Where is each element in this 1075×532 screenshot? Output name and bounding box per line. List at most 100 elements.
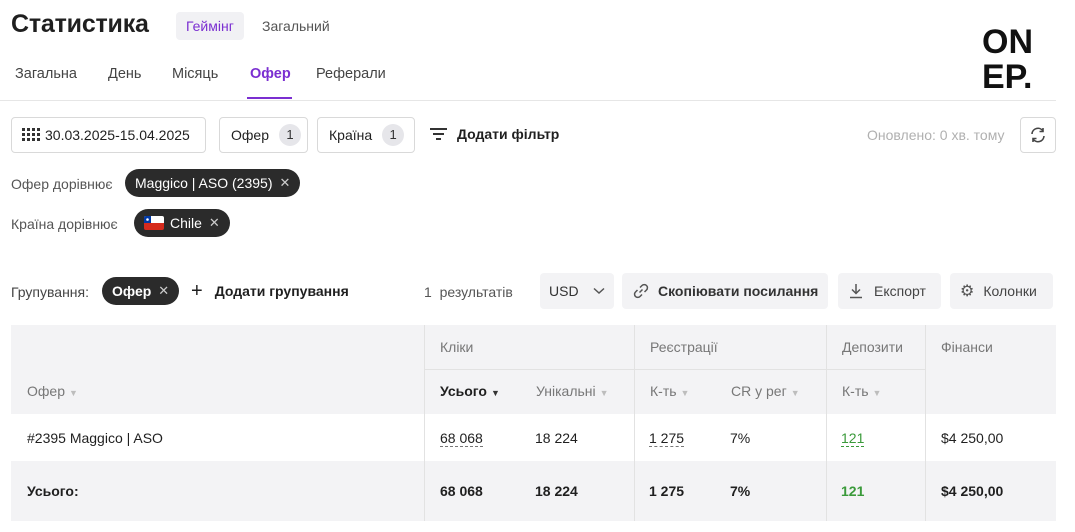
grouping-chip-label: Офер bbox=[112, 283, 152, 299]
chevron-down-icon bbox=[593, 287, 605, 295]
offer-condition-value: Maggico | ASO (2395) bbox=[135, 175, 273, 191]
export-label: Експорт bbox=[874, 283, 926, 299]
currency-select[interactable]: USD bbox=[540, 273, 614, 309]
columns-label: Колонки bbox=[983, 283, 1037, 299]
copy-link-button[interactable]: Скопіювати посилання bbox=[622, 273, 828, 309]
copy-link-label: Скопіювати посилання bbox=[658, 283, 819, 299]
column-header-cr-reg-label: CR у рег bbox=[731, 383, 787, 399]
group-header-clicks: Кліки bbox=[440, 339, 474, 355]
cell-dep-count-value: 121 bbox=[841, 430, 865, 447]
sort-icon: ▼ bbox=[68, 388, 78, 398]
segment-gaming[interactable]: Геймінг bbox=[176, 12, 244, 40]
updated-status: Оновлено: 0 хв. тому bbox=[867, 127, 1005, 143]
grouping-label: Групування: bbox=[11, 284, 90, 300]
chile-flag-icon bbox=[144, 216, 164, 230]
cell-dep-count[interactable]: 121 bbox=[841, 430, 865, 447]
header-group-divider bbox=[424, 369, 925, 370]
cell-reg-count-value: 1 275 bbox=[649, 430, 685, 447]
export-button[interactable]: Експорт bbox=[838, 273, 941, 309]
offer-filter-label: Офер bbox=[231, 127, 269, 143]
column-header-cr-reg[interactable]: CR у рег ▼ bbox=[731, 383, 800, 399]
column-header-clicks-total[interactable]: Усього ▼ bbox=[440, 383, 500, 399]
column-divider bbox=[424, 325, 425, 521]
sort-icon: ▼ bbox=[872, 388, 882, 398]
country-filter-button[interactable]: Країна 1 bbox=[317, 117, 415, 153]
segment-general[interactable]: Загальний bbox=[252, 12, 340, 40]
column-header-reg-count-label: К-ть bbox=[650, 383, 677, 399]
country-condition-chip[interactable]: Chile ✕ bbox=[134, 209, 230, 237]
group-header-finance: Фінанси bbox=[941, 339, 993, 355]
close-icon[interactable]: ✕ bbox=[209, 215, 220, 231]
tab-day[interactable]: День bbox=[108, 64, 141, 102]
calendar-grid-icon bbox=[22, 128, 40, 141]
grouping-chip-offer[interactable]: Офер ✕ bbox=[102, 277, 180, 305]
offer-filter-count: 1 bbox=[278, 124, 301, 146]
tab-overall[interactable]: Загальна bbox=[15, 64, 77, 102]
sort-icon: ▼ bbox=[490, 388, 500, 398]
stats-table: Кліки Реєстрації Депозити Фінанси Офер ▼ … bbox=[11, 325, 1056, 521]
add-filter-label: Додати фільтр bbox=[457, 126, 560, 142]
total-reg: 1 275 bbox=[649, 483, 685, 499]
close-icon[interactable]: ✕ bbox=[158, 283, 169, 299]
tab-referrals[interactable]: Реферали bbox=[316, 64, 386, 102]
columns-button[interactable]: ⚙ Колонки bbox=[950, 273, 1053, 309]
column-divider bbox=[634, 325, 635, 521]
add-grouping-button[interactable]: + Додати групування bbox=[191, 280, 349, 302]
total-cr: 7% bbox=[730, 483, 751, 499]
table-total-row-background bbox=[11, 461, 1056, 521]
cell-clicks-unique: 18 224 bbox=[535, 430, 578, 446]
offer-condition-chip[interactable]: Maggico | ASO (2395) ✕ bbox=[125, 169, 301, 197]
column-header-offer-label: Офер bbox=[27, 383, 65, 399]
total-finance: $4 250,00 bbox=[941, 483, 1004, 499]
page-title: Статистика bbox=[11, 10, 149, 38]
column-header-reg-count[interactable]: К-ть ▼ bbox=[650, 383, 689, 399]
plus-icon: + bbox=[191, 280, 203, 302]
gear-icon: ⚙ bbox=[960, 283, 975, 300]
results-count: 1 результатів bbox=[424, 284, 513, 300]
cell-cr-reg: 7% bbox=[730, 430, 751, 446]
total-label: Усього: bbox=[27, 483, 79, 499]
cell-finance: $4 250,00 bbox=[941, 430, 1004, 446]
filter-icon bbox=[430, 128, 447, 140]
date-range-button[interactable]: 30.03.2025-15.04.2025 bbox=[11, 117, 206, 153]
column-header-dep-count[interactable]: К-ть ▼ bbox=[842, 383, 881, 399]
currency-value: USD bbox=[549, 283, 579, 299]
offer-filter-button[interactable]: Офер 1 bbox=[219, 117, 308, 153]
add-filter-button[interactable]: Додати фільтр bbox=[430, 126, 559, 142]
total-unique: 18 224 bbox=[535, 483, 578, 499]
download-icon bbox=[850, 284, 862, 299]
total-dep: 121 bbox=[841, 483, 865, 499]
group-header-registrations: Реєстрації bbox=[650, 339, 718, 355]
country-filter-count: 1 bbox=[382, 124, 405, 146]
link-icon bbox=[633, 283, 649, 299]
country-condition-value: Chile bbox=[170, 215, 202, 231]
column-divider bbox=[826, 325, 827, 521]
offer-condition-label: Офер дорівнює bbox=[11, 176, 113, 192]
total-clicks: 68 068 bbox=[440, 483, 483, 499]
active-tab-indicator bbox=[247, 97, 292, 99]
sort-icon: ▼ bbox=[599, 388, 609, 398]
refresh-icon bbox=[1031, 127, 1045, 143]
add-grouping-label: Додати групування bbox=[214, 283, 349, 299]
column-header-clicks-total-label: Усього bbox=[440, 383, 487, 399]
sort-icon: ▼ bbox=[680, 388, 690, 398]
column-header-offer[interactable]: Офер ▼ bbox=[27, 383, 78, 399]
tab-month[interactable]: Місяць bbox=[172, 64, 218, 102]
cell-clicks-total-value: 68 068 bbox=[440, 430, 483, 447]
column-header-clicks-unique[interactable]: Унікальні ▼ bbox=[536, 383, 609, 399]
group-header-deposits: Депозити bbox=[842, 339, 903, 355]
close-icon[interactable]: ✕ bbox=[279, 175, 290, 191]
date-range-label: 30.03.2025-15.04.2025 bbox=[45, 127, 190, 143]
column-divider bbox=[925, 325, 926, 521]
tab-bar: Загальна День Місяць Офер Реферали bbox=[0, 62, 1056, 101]
cell-reg-count[interactable]: 1 275 bbox=[649, 430, 685, 447]
refresh-button[interactable] bbox=[1020, 117, 1056, 153]
country-condition-label: Країна дорівнює bbox=[11, 216, 118, 232]
sort-icon: ▼ bbox=[790, 388, 800, 398]
cell-clicks-total[interactable]: 68 068 bbox=[440, 430, 483, 447]
cell-offer: #2395 Maggico | ASO bbox=[27, 430, 163, 446]
country-filter-label: Країна bbox=[329, 127, 373, 143]
column-header-clicks-unique-label: Унікальні bbox=[536, 383, 596, 399]
logo-text-top: ON bbox=[982, 25, 1033, 61]
column-header-dep-count-label: К-ть bbox=[842, 383, 869, 399]
